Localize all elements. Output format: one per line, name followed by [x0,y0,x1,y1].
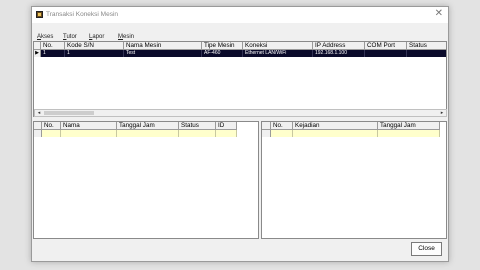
col-header-no[interactable]: No. [41,42,65,50]
app-icon [36,11,43,18]
close-icon[interactable]: ✕ [435,8,443,20]
new-row[interactable] [42,130,237,137]
new-row-cell[interactable] [117,130,179,137]
users-grid[interactable]: No. Nama Tanggal Jam Status ID [33,121,259,239]
col-header-com-port[interactable]: COM Port [365,42,407,50]
cell-status [407,50,446,57]
menu-mesin-rest: esin [123,34,135,40]
menu-lapor-rest: apor [92,34,105,40]
col-header-nama-mesin[interactable]: Nama Mesin [124,42,202,50]
window-title: Transaksi Koneksi Mesin [46,11,119,18]
cell-ip-address: 192.168.1.100 [313,50,365,57]
new-row-cell[interactable] [61,130,117,137]
row-indicator [34,130,42,137]
horizontal-scrollbar[interactable]: ◂ ▸ [34,109,447,117]
new-row-cell[interactable] [216,130,237,137]
new-row-cell[interactable] [378,130,440,137]
new-row-cell[interactable] [179,130,216,137]
new-row[interactable] [271,130,440,137]
title-bar: Transaksi Koneksi Mesin ✕ [32,7,448,23]
col-header-tipe-mesin[interactable]: Tipe Mesin [202,42,243,50]
col-header-status[interactable]: Status [407,42,446,50]
col-header-kejadian[interactable]: Kejadian [293,122,378,130]
cell-koneksi: Ethernet LAN/WiFi [243,50,313,57]
cell-no: 1 [41,50,65,57]
new-row-cell[interactable] [271,130,293,137]
col-header-nama[interactable]: Nama [61,122,117,130]
events-grid[interactable]: No. Kejadian Tanggal Jam [261,121,447,239]
col-header-ip-address[interactable]: IP Address [313,42,365,50]
grid-corner [34,122,42,130]
cell-com-port [365,50,407,57]
scroll-left-arrow-icon[interactable]: ◂ [35,110,43,116]
close-button[interactable]: Close [411,242,442,256]
col-header-id[interactable]: ID [216,122,237,130]
row-indicator [262,130,271,137]
menu-tutor-rest: utor [66,34,77,40]
col-header-koneksi[interactable]: Koneksi [243,42,313,50]
scroll-thumb[interactable] [44,111,94,115]
menu-akses-rest: kses [41,34,54,40]
new-row-cell[interactable] [42,130,61,137]
machines-grid[interactable]: No. Kode S/N Nama Mesin Tipe Mesin Konek… [33,41,447,117]
col-header-no[interactable]: No. [271,122,293,130]
cell-kode-sn: 1 [65,50,124,57]
new-row-cell[interactable] [293,130,378,137]
col-header-tanggal-jam[interactable]: Tanggal Jam [378,122,440,130]
row-indicator: ▶ [34,50,41,57]
col-header-status[interactable]: Status [179,122,216,130]
grid-corner [34,42,41,50]
grid-corner [262,122,271,130]
scroll-right-arrow-icon[interactable]: ▸ [438,110,446,116]
col-header-tanggal-jam[interactable]: Tanggal Jam [117,122,179,130]
cell-tipe-mesin: AF-460 [202,50,243,57]
table-row[interactable]: 1 1 Test AF-460 Ethernet LAN/WiFi 192.16… [41,50,446,57]
col-header-no[interactable]: No. [42,122,61,130]
cell-nama-mesin: Test [124,50,202,57]
col-header-kode-sn[interactable]: Kode S/N [65,42,124,50]
